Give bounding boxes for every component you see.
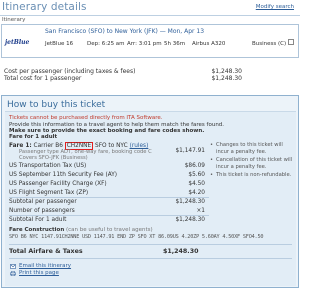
segment-checkbox[interactable] [288,39,294,45]
passenger-count-value: ×1 [196,208,205,214]
fare-header: Fare for 1 adult [9,134,58,140]
title-divider [0,15,300,16]
how-to-buy-content: Tickets cannot be purchased directly fro… [5,111,296,286]
print-page-link[interactable]: Print this page [19,270,59,276]
cost-per-passenger-label: Cost per passenger (including taxes & fe… [4,68,136,75]
fare-construction-heading: Fare Construction (can be useful to trav… [9,227,153,233]
note-text: This ticket is non-refundable. [216,172,292,178]
tax-label: US Flight Segment Tax (ZP) [9,190,89,196]
total-airfare-value: $1,248.30 [163,248,199,255]
adult-subtotal-divider [9,215,209,216]
subtotal-divider [9,197,209,198]
adult-subtotal-value: $1,248.30 [175,217,205,223]
note-text: Cancellation of this ticket will incur a… [216,157,293,170]
route-heading: San Francisco (SFO) to New York (JFK) — … [45,28,205,35]
subtotal-value: $1,248.30 [175,199,205,205]
tax-value: $4.50 [188,181,205,187]
purchase-warning: Tickets cannot be purchased directly fro… [9,115,163,121]
tax-value: $4.20 [188,190,205,196]
flight-number: JetBlue 16 [45,41,74,47]
fare-1-amount: $1,147.91 [175,148,205,154]
ticket-note: • Cancellation of this ticket will incur … [210,157,294,170]
total-bottom-divider [9,258,292,259]
jetblue-logo: jetBlue [5,39,30,46]
fare-construction-hint: (can be useful to travel agents) [65,227,153,233]
cabin-class: Business (C) [252,41,287,47]
how-to-buy-title: How to buy this ticket [7,100,106,110]
how-to-buy-panel: How to buy this ticket Tickets cannot be… [1,95,299,288]
note-text: Changes to this ticket will incur a pena… [216,142,283,155]
tax-label: US Passenger Facility Charge (XF) [9,181,107,187]
fare-construction-label: Fare Construction [9,227,65,233]
flight-duration: 5h 36m [164,41,186,47]
email-icon [10,264,16,269]
total-cost-value: $1,248.30 [211,75,242,82]
ticket-note: • Changes to this ticket will incur a pen… [210,142,294,155]
cost-per-passenger-value: $1,248.30 [211,68,242,75]
tax-label: US Transportation Tax (US) [9,163,87,169]
arrival-time: Arr: 3:01 pm [127,41,162,47]
tax-value: $5.60 [188,172,205,178]
fare-construction-text: SFO B6 NYC 1147.91CH2NNE USD 1147.91 END… [9,234,264,240]
departure-time: Dep: 6:25 am [87,41,125,47]
aircraft-type: Airbus A320 [192,41,226,47]
subtotal-label: Subtotal per passenger [9,199,77,205]
total-cost-label: Total cost for 1 passenger [4,75,82,82]
itinerary-box: jetBlue San Francisco (SFO) to New York … [1,24,299,58]
print-icon [10,271,16,276]
fare-1-coverage: Covers SFO-JFK (Business) [19,155,88,161]
adult-subtotal-label: Subtotal For 1 adult [9,217,67,223]
itinerary-label: Itinerary [2,17,26,23]
total-divider [9,244,292,245]
email-itinerary-link[interactable]: Email this itinerary [19,263,71,269]
ticket-note: • This ticket is non-refundable. [210,172,294,179]
modify-search-link[interactable]: Modify search [256,4,294,10]
passenger-count-label: Number of passengers [9,208,75,214]
total-airfare-label: Total Airfare & Taxes [9,248,83,255]
tax-label: US September 11th Security Fee (AY) [9,172,118,178]
ticket-notes: • Changes to this ticket will incur a pen… [210,142,294,181]
page-title: Itinerary details [2,1,87,13]
tax-value: $86.09 [184,163,205,169]
